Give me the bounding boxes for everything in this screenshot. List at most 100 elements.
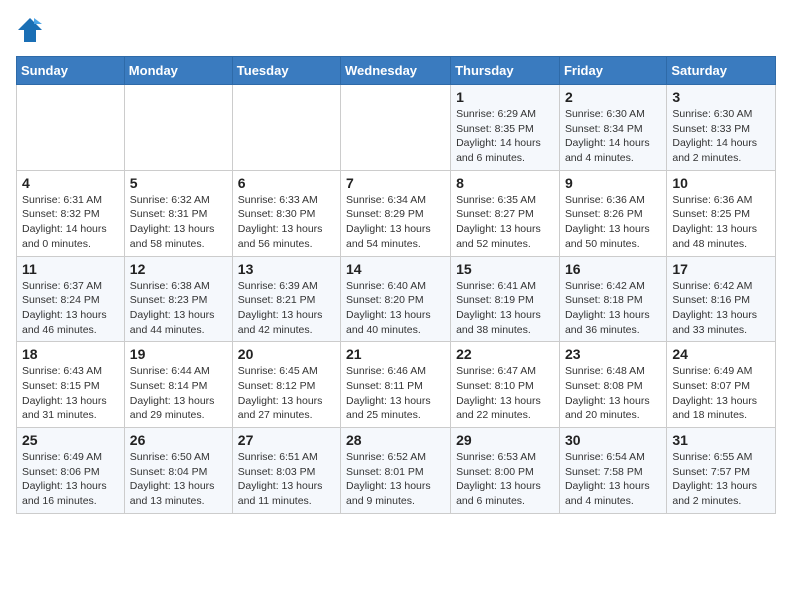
calendar-week-4: 18Sunrise: 6:43 AMSunset: 8:15 PMDayligh… <box>17 342 776 428</box>
day-number: 20 <box>238 346 335 362</box>
calendar-cell: 2 Sunrise: 6:30 AMSunset: 8:34 PMDaylight… <box>559 85 666 171</box>
page-header <box>16 16 776 44</box>
day-number: 11 <box>22 261 119 277</box>
day-info: Sunrise: 6:30 AMSunset: 8:33 PMDaylight:… <box>672 107 770 166</box>
day-info: Sunrise: 6:54 AMSunset: 7:58 PMDaylight:… <box>565 450 661 509</box>
calendar-week-5: 25 Sunrise: 6:49 AMSunset: 8:06 PMDayligh… <box>17 428 776 514</box>
day-info: Sunrise: 6:45 AMSunset: 8:12 PMDaylight:… <box>238 364 335 423</box>
calendar-cell: 27 Sunrise: 6:51 AMSunset: 8:03 PMDayligh… <box>232 428 340 514</box>
day-number: 25 <box>22 432 119 448</box>
calendar-cell: 4 Sunrise: 6:31 AMSunset: 8:32 PMDaylight… <box>17 170 125 256</box>
day-info: Sunrise: 6:46 AMSunset: 8:11 PMDaylight:… <box>346 364 445 423</box>
calendar-cell: 12 Sunrise: 6:38 AMSunset: 8:23 PMDayligh… <box>124 256 232 342</box>
calendar-cell: 25 Sunrise: 6:49 AMSunset: 8:06 PMDayligh… <box>17 428 125 514</box>
calendar-cell: 28 Sunrise: 6:52 AMSunset: 8:01 PMDayligh… <box>341 428 451 514</box>
day-info: Sunrise: 6:33 AMSunset: 8:30 PMDaylight:… <box>238 193 335 252</box>
calendar-week-2: 4 Sunrise: 6:31 AMSunset: 8:32 PMDaylight… <box>17 170 776 256</box>
header-row: SundayMondayTuesdayWednesdayThursdayFrid… <box>17 57 776 85</box>
day-number: 30 <box>565 432 661 448</box>
day-info: Sunrise: 6:42 AMSunset: 8:18 PMDaylight:… <box>565 279 661 338</box>
calendar-cell: 6 Sunrise: 6:33 AMSunset: 8:30 PMDaylight… <box>232 170 340 256</box>
day-number: 21 <box>346 346 445 362</box>
calendar-cell: 30 Sunrise: 6:54 AMSunset: 7:58 PMDayligh… <box>559 428 666 514</box>
day-info: Sunrise: 6:42 AMSunset: 8:16 PMDaylight:… <box>672 279 770 338</box>
calendar-cell: 14Sunrise: 6:40 AMSunset: 8:20 PMDayligh… <box>341 256 451 342</box>
calendar-cell: 29Sunrise: 6:53 AMSunset: 8:00 PMDayligh… <box>451 428 560 514</box>
day-info: Sunrise: 6:49 AMSunset: 8:07 PMDaylight:… <box>672 364 770 423</box>
day-number: 26 <box>130 432 227 448</box>
day-number: 3 <box>672 89 770 105</box>
day-info: Sunrise: 6:39 AMSunset: 8:21 PMDaylight:… <box>238 279 335 338</box>
day-number: 6 <box>238 175 335 191</box>
day-number: 10 <box>672 175 770 191</box>
calendar-cell: 22 Sunrise: 6:47 AMSunset: 8:10 PMDayligh… <box>451 342 560 428</box>
calendar-cell: 15 Sunrise: 6:41 AMSunset: 8:19 PMDayligh… <box>451 256 560 342</box>
day-info: Sunrise: 6:51 AMSunset: 8:03 PMDaylight:… <box>238 450 335 509</box>
day-info: Sunrise: 6:40 AMSunset: 8:20 PMDaylight:… <box>346 279 445 338</box>
day-number: 22 <box>456 346 554 362</box>
day-info: Sunrise: 6:47 AMSunset: 8:10 PMDaylight:… <box>456 364 554 423</box>
calendar-cell <box>341 85 451 171</box>
day-info: Sunrise: 6:32 AMSunset: 8:31 PMDaylight:… <box>130 193 227 252</box>
day-number: 29 <box>456 432 554 448</box>
calendar-cell: 10 Sunrise: 6:36 AMSunset: 8:25 PMDayligh… <box>667 170 776 256</box>
calendar-cell: 31 Sunrise: 6:55 AMSunset: 7:57 PMDayligh… <box>667 428 776 514</box>
logo-icon <box>16 16 44 44</box>
day-info: Sunrise: 6:38 AMSunset: 8:23 PMDaylight:… <box>130 279 227 338</box>
column-header-saturday: Saturday <box>667 57 776 85</box>
column-header-monday: Monday <box>124 57 232 85</box>
calendar-week-3: 11 Sunrise: 6:37 AMSunset: 8:24 PMDayligh… <box>17 256 776 342</box>
calendar-cell: 11 Sunrise: 6:37 AMSunset: 8:24 PMDayligh… <box>17 256 125 342</box>
day-number: 24 <box>672 346 770 362</box>
calendar-cell <box>17 85 125 171</box>
day-info: Sunrise: 6:44 AMSunset: 8:14 PMDaylight:… <box>130 364 227 423</box>
day-info: Sunrise: 6:37 AMSunset: 8:24 PMDaylight:… <box>22 279 119 338</box>
calendar-cell: 5Sunrise: 6:32 AMSunset: 8:31 PMDaylight… <box>124 170 232 256</box>
day-info: Sunrise: 6:55 AMSunset: 7:57 PMDaylight:… <box>672 450 770 509</box>
calendar-cell: 1Sunrise: 6:29 AMSunset: 8:35 PMDaylight… <box>451 85 560 171</box>
day-info: Sunrise: 6:49 AMSunset: 8:06 PMDaylight:… <box>22 450 119 509</box>
column-header-sunday: Sunday <box>17 57 125 85</box>
calendar-table: SundayMondayTuesdayWednesdayThursdayFrid… <box>16 56 776 514</box>
calendar-cell <box>124 85 232 171</box>
day-number: 9 <box>565 175 661 191</box>
day-number: 4 <box>22 175 119 191</box>
day-number: 23 <box>565 346 661 362</box>
calendar-week-1: 1Sunrise: 6:29 AMSunset: 8:35 PMDaylight… <box>17 85 776 171</box>
calendar-cell: 13 Sunrise: 6:39 AMSunset: 8:21 PMDayligh… <box>232 256 340 342</box>
day-info: Sunrise: 6:48 AMSunset: 8:08 PMDaylight:… <box>565 364 661 423</box>
day-number: 7 <box>346 175 445 191</box>
column-header-tuesday: Tuesday <box>232 57 340 85</box>
calendar-cell: 16Sunrise: 6:42 AMSunset: 8:18 PMDayligh… <box>559 256 666 342</box>
day-info: Sunrise: 6:41 AMSunset: 8:19 PMDaylight:… <box>456 279 554 338</box>
calendar-cell: 7Sunrise: 6:34 AMSunset: 8:29 PMDaylight… <box>341 170 451 256</box>
day-info: Sunrise: 6:52 AMSunset: 8:01 PMDaylight:… <box>346 450 445 509</box>
calendar-cell: 23 Sunrise: 6:48 AMSunset: 8:08 PMDayligh… <box>559 342 666 428</box>
calendar-cell: 18Sunrise: 6:43 AMSunset: 8:15 PMDayligh… <box>17 342 125 428</box>
calendar-body: 1Sunrise: 6:29 AMSunset: 8:35 PMDaylight… <box>17 85 776 514</box>
column-header-friday: Friday <box>559 57 666 85</box>
day-number: 15 <box>456 261 554 277</box>
day-number: 31 <box>672 432 770 448</box>
column-header-wednesday: Wednesday <box>341 57 451 85</box>
day-info: Sunrise: 6:36 AMSunset: 8:25 PMDaylight:… <box>672 193 770 252</box>
calendar-cell: 26Sunrise: 6:50 AMSunset: 8:04 PMDayligh… <box>124 428 232 514</box>
day-info: Sunrise: 6:31 AMSunset: 8:32 PMDaylight:… <box>22 193 119 252</box>
calendar-cell: 24 Sunrise: 6:49 AMSunset: 8:07 PMDayligh… <box>667 342 776 428</box>
day-info: Sunrise: 6:30 AMSunset: 8:34 PMDaylight:… <box>565 107 661 166</box>
calendar-cell: 9 Sunrise: 6:36 AMSunset: 8:26 PMDaylight… <box>559 170 666 256</box>
day-number: 12 <box>130 261 227 277</box>
day-number: 13 <box>238 261 335 277</box>
calendar-cell <box>232 85 340 171</box>
day-number: 28 <box>346 432 445 448</box>
logo <box>16 16 48 44</box>
calendar-cell: 8Sunrise: 6:35 AMSunset: 8:27 PMDaylight… <box>451 170 560 256</box>
day-number: 27 <box>238 432 335 448</box>
day-number: 19 <box>130 346 227 362</box>
day-info: Sunrise: 6:36 AMSunset: 8:26 PMDaylight:… <box>565 193 661 252</box>
calendar-cell: 19 Sunrise: 6:44 AMSunset: 8:14 PMDayligh… <box>124 342 232 428</box>
calendar-cell: 21 Sunrise: 6:46 AMSunset: 8:11 PMDayligh… <box>341 342 451 428</box>
day-info: Sunrise: 6:29 AMSunset: 8:35 PMDaylight:… <box>456 107 554 166</box>
day-info: Sunrise: 6:35 AMSunset: 8:27 PMDaylight:… <box>456 193 554 252</box>
day-number: 2 <box>565 89 661 105</box>
